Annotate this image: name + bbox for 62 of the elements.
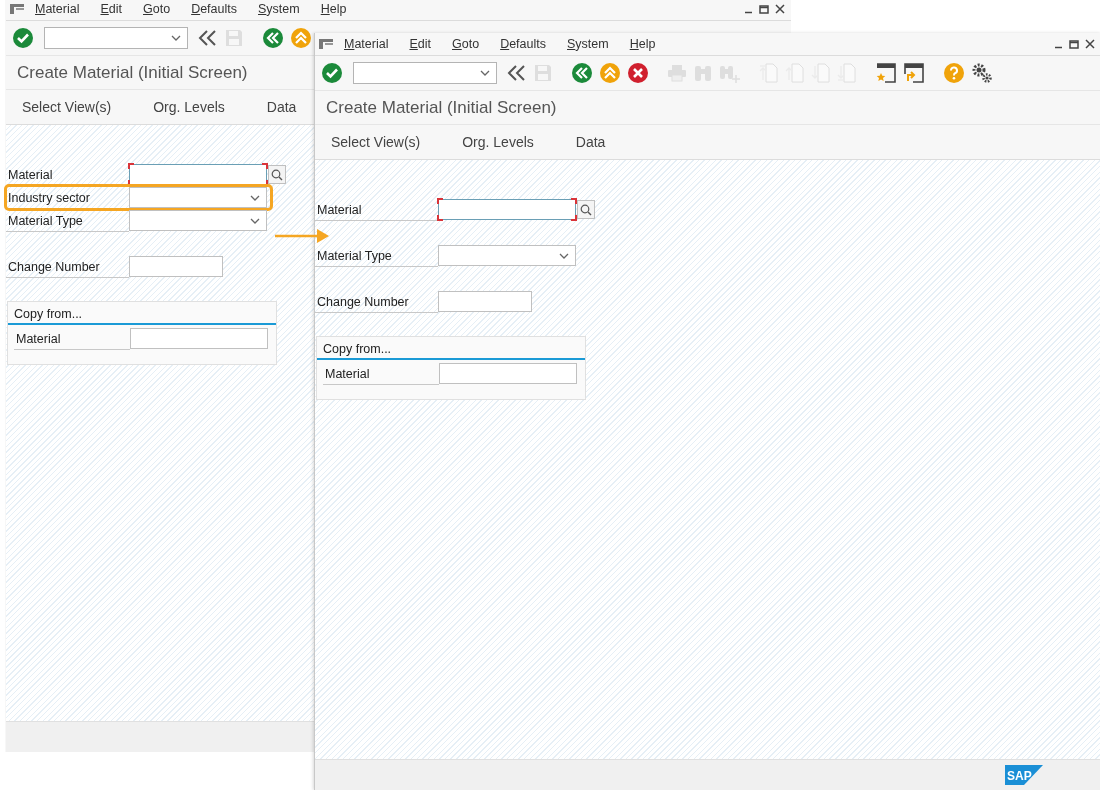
exit-icon[interactable] bbox=[290, 27, 312, 49]
cancel-icon[interactable] bbox=[627, 62, 649, 84]
tab-button[interactable]: Data bbox=[575, 130, 606, 154]
dropdown-caret-icon bbox=[250, 217, 260, 224]
new-window-icon[interactable] bbox=[875, 62, 897, 84]
dropdown-field[interactable] bbox=[129, 210, 267, 231]
menu-item[interactable]: Help bbox=[320, 2, 347, 16]
menu-item[interactable]: Material bbox=[35, 2, 80, 16]
back-icon[interactable] bbox=[571, 62, 593, 84]
maximize-icon[interactable] bbox=[1069, 39, 1079, 49]
tab-button[interactable]: Org. Levels bbox=[153, 95, 225, 119]
gears-icon[interactable] bbox=[971, 62, 993, 84]
tab-button[interactable]: Select View(s) bbox=[331, 130, 421, 154]
search-help-button[interactable] bbox=[268, 165, 286, 184]
double-chevron-icon[interactable] bbox=[507, 63, 527, 83]
dropdown-caret-icon bbox=[250, 194, 260, 201]
help-icon[interactable] bbox=[943, 62, 965, 84]
field-label: Material bbox=[315, 198, 438, 221]
tab-button[interactable]: Data bbox=[266, 95, 297, 119]
sap-logo: SAP bbox=[1005, 765, 1043, 785]
arrow-icon bbox=[275, 229, 329, 243]
tab-button[interactable]: Org. Levels bbox=[462, 130, 534, 154]
dropdown-caret-icon bbox=[480, 70, 490, 76]
dropdown-caret-icon bbox=[171, 35, 181, 41]
menu-item[interactable]: Edit bbox=[100, 2, 122, 16]
exit-icon[interactable] bbox=[599, 62, 621, 84]
menu-item[interactable]: Defaults bbox=[500, 37, 546, 51]
close-icon[interactable] bbox=[775, 4, 785, 14]
input-field[interactable] bbox=[129, 256, 223, 277]
double-chevron-icon[interactable] bbox=[198, 28, 218, 48]
shortcut-icon[interactable] bbox=[903, 62, 925, 84]
command-field[interactable] bbox=[44, 27, 188, 49]
search-help-button[interactable] bbox=[577, 200, 595, 219]
input-field[interactable] bbox=[130, 328, 268, 349]
back-icon[interactable] bbox=[262, 27, 284, 49]
close-icon[interactable] bbox=[1085, 39, 1095, 49]
menu-item[interactable]: System bbox=[567, 37, 609, 51]
screen-title: Create Material (Initial Screen) bbox=[17, 62, 248, 83]
command-field[interactable] bbox=[353, 62, 497, 84]
menu-icon[interactable] bbox=[9, 3, 25, 15]
screen-title: Create Material (Initial Screen) bbox=[326, 97, 557, 118]
panel-title: Copy from... bbox=[317, 339, 585, 360]
input-field[interactable] bbox=[439, 363, 577, 384]
menu-item[interactable]: Goto bbox=[143, 2, 171, 16]
menu-item[interactable]: Help bbox=[629, 37, 656, 51]
input-field[interactable] bbox=[438, 291, 532, 312]
dropdown-field[interactable] bbox=[129, 187, 267, 208]
menu-item[interactable]: Defaults bbox=[191, 2, 237, 16]
confirm-check-icon[interactable] bbox=[12, 27, 34, 49]
maximize-icon[interactable] bbox=[759, 4, 769, 14]
menu-item[interactable]: Edit bbox=[409, 37, 431, 51]
menu-icon[interactable] bbox=[318, 38, 334, 50]
menu-item[interactable]: System bbox=[258, 2, 300, 16]
confirm-check-icon[interactable] bbox=[321, 62, 343, 84]
menu-item[interactable]: Goto bbox=[452, 37, 480, 51]
dropdown-field[interactable] bbox=[438, 245, 576, 266]
tab-button[interactable]: Select View(s) bbox=[22, 95, 112, 119]
dropdown-caret-icon bbox=[559, 252, 569, 259]
panel-title: Copy from... bbox=[8, 304, 276, 325]
input-field[interactable] bbox=[438, 199, 576, 220]
menu-item[interactable]: Material bbox=[344, 37, 389, 51]
input-field[interactable] bbox=[129, 164, 267, 185]
